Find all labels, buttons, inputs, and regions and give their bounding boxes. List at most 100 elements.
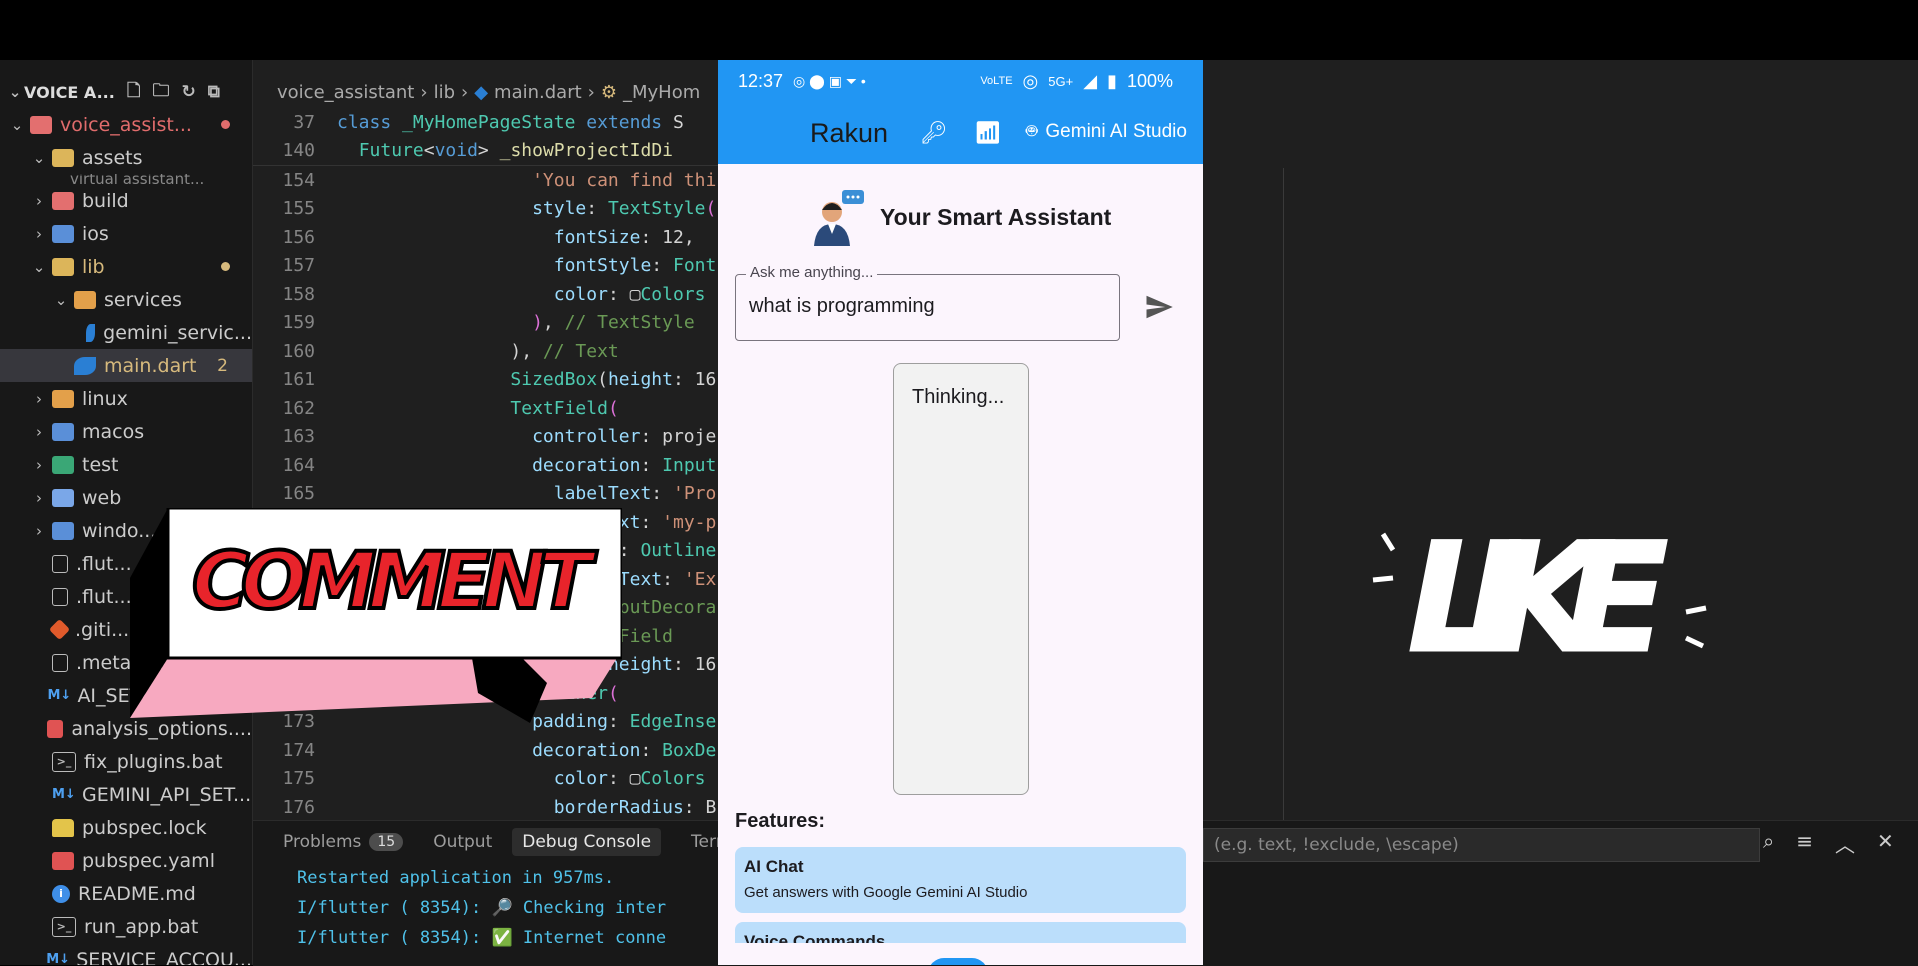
status-icons: ◎ ⬤ ▣ ⏷ • bbox=[793, 72, 866, 89]
file-file-icon bbox=[52, 653, 68, 672]
console-filter-input[interactable]: (e.g. text, !exclude, \escape) bbox=[1203, 828, 1760, 862]
wifi-icon[interactable]: 📶︎ bbox=[974, 120, 1002, 146]
explorer-item[interactable]: pubspec.lock bbox=[0, 811, 252, 844]
word-wrap-icon[interactable]: ≡ bbox=[1796, 829, 1813, 858]
explorer-item[interactable]: >_ run_app.bat bbox=[0, 910, 252, 943]
chevron-down-icon: ⌄ bbox=[10, 115, 24, 134]
code-text: fontSize: 12, bbox=[553, 226, 695, 248]
class-symbol-icon: ⚙ bbox=[600, 81, 617, 103]
explorer-item[interactable]: virtual assistant... bbox=[0, 174, 252, 184]
line-number: 154 bbox=[282, 169, 315, 191]
line-number: 159 bbox=[282, 312, 315, 334]
code-text: class _MyHomePageState extends S bbox=[337, 111, 684, 133]
status-bar: 12:37 ◎ ⬤ ▣ ⏷ • VoLTE ◎ 5G+ ◢ ▮ 100% bbox=[718, 60, 1203, 102]
info-file-icon: i bbox=[52, 884, 70, 903]
console-line: I/flutter ( 8354): ✅ Internet conne bbox=[297, 928, 667, 948]
chevron-up-icon[interactable]: ︿ bbox=[1835, 829, 1855, 858]
chevron-down-icon: ⌄ bbox=[32, 148, 46, 167]
line-number: 176 bbox=[282, 796, 315, 818]
ask-input[interactable]: Ask me anything... what is programming bbox=[735, 264, 1120, 341]
file-file-icon bbox=[52, 587, 68, 606]
code-line: 162 TextField( bbox=[253, 394, 718, 423]
key-icon[interactable]: 🔑︎ bbox=[920, 120, 948, 146]
panel-tab-label: Debug Console bbox=[522, 832, 652, 852]
send-icon[interactable] bbox=[1144, 292, 1174, 322]
explorer-item[interactable]: › ios bbox=[0, 217, 252, 250]
panel-tab-label: Problems bbox=[283, 832, 362, 852]
explorer-item[interactable]: › linux bbox=[0, 382, 252, 415]
close-icon[interactable]: ✕ bbox=[1877, 829, 1894, 858]
assistant-title: Your Smart Assistant bbox=[880, 203, 1112, 230]
feature-card-ai-chat[interactable]: AI Chat Get answers with Google Gemini A… bbox=[735, 847, 1186, 913]
explorer-item-label: virtual assistant... bbox=[70, 174, 205, 184]
code-line: 158 color: ▢Colors bbox=[253, 280, 718, 309]
search-icon[interactable]: ⌕ bbox=[1763, 829, 1774, 858]
floating-action-button[interactable] bbox=[928, 958, 988, 965]
workspace-title: VOICE A... bbox=[24, 82, 115, 102]
explorer-item-label: voice_assist... bbox=[60, 113, 192, 136]
explorer-item[interactable]: i README.md bbox=[0, 877, 252, 910]
code-line: 174 decoration: BoxDec bbox=[253, 736, 718, 765]
code-text: borderRadius: B bbox=[553, 796, 717, 818]
breadcrumb-item[interactable]: voice_assistant bbox=[277, 82, 414, 103]
explorer-item[interactable]: ⌄ services bbox=[0, 283, 252, 316]
explorer-item[interactable]: ⌄ assets bbox=[0, 141, 252, 174]
dart-file-icon bbox=[74, 356, 96, 375]
modified-dot bbox=[221, 262, 230, 271]
breadcrumb-item[interactable]: main.dart bbox=[494, 82, 582, 103]
explorer-item[interactable]: pubspec.yaml bbox=[0, 844, 252, 877]
refresh-icon[interactable]: ↻ bbox=[181, 82, 195, 102]
console-line: I/flutter ( 8354): 🔎 Checking inter bbox=[297, 898, 667, 918]
chevron-down-icon[interactable]: ⌄ bbox=[6, 83, 24, 101]
collapse-all-icon[interactable]: ⧉ bbox=[208, 82, 220, 102]
new-folder-icon[interactable]: 🗀 bbox=[152, 78, 169, 107]
explorer-item[interactable]: gemini_servic... bbox=[0, 316, 252, 349]
panel-tab[interactable]: Output bbox=[433, 832, 492, 852]
explorer-item[interactable]: M↓ GEMINI_API_SET... bbox=[0, 778, 252, 811]
ask-input-value: what is programming bbox=[749, 295, 935, 317]
signal-icon: ◢ bbox=[1083, 70, 1098, 91]
line-number: 158 bbox=[282, 283, 315, 305]
panel-tab[interactable]: Debug Console bbox=[512, 828, 662, 856]
sticky-scroll: 37 class _MyHomePageState extends S 140 Fu… bbox=[253, 108, 718, 166]
code-text: ), // Text bbox=[337, 340, 619, 362]
chevron-right-icon: › bbox=[36, 389, 42, 408]
breadcrumb-item[interactable]: lib bbox=[434, 82, 455, 103]
code-line: 161 SizedBox(height: 16 bbox=[253, 366, 718, 395]
explorer-item[interactable]: › macos bbox=[0, 415, 252, 448]
app-title: Rakun bbox=[810, 117, 889, 148]
code-text: 'You can find thi bbox=[532, 169, 717, 191]
explorer-item[interactable]: main.dart 2 bbox=[0, 349, 252, 382]
indent-guide bbox=[1283, 168, 1284, 820]
code-text: SizedBox(height: 16 bbox=[510, 369, 717, 391]
lock-file-icon bbox=[52, 818, 74, 837]
code-line: 175 color: ▢Colors bbox=[253, 765, 718, 794]
top-black-bar bbox=[0, 0, 1918, 60]
explorer-item-label: pubspec.yaml bbox=[82, 849, 215, 872]
explorer-item[interactable]: >_ fix_plugins.bat bbox=[0, 745, 252, 778]
code-line: 160 ), // Text bbox=[253, 337, 718, 366]
code-text: TextField( bbox=[510, 397, 619, 419]
assistant-header: Your Smart Assistant bbox=[808, 188, 1111, 246]
explorer-item[interactable]: ⌄ voice_assist... bbox=[0, 108, 252, 141]
explorer-item[interactable]: M↓ SERVICE_ACCOU... bbox=[0, 943, 252, 966]
code-line: 37 class _MyHomePageState extends S bbox=[253, 108, 718, 137]
panel-tab[interactable]: Problems 15 bbox=[283, 832, 404, 852]
explorer-item-label: build bbox=[82, 189, 129, 212]
explorer-header: ⌄ VOICE A... 🗋 🗀 ↻ ⧉ bbox=[0, 76, 252, 108]
explorer-item[interactable]: ⌄ lib bbox=[0, 250, 252, 283]
explorer-item[interactable]: › test bbox=[0, 448, 252, 481]
explorer-item[interactable]: › build bbox=[0, 184, 252, 217]
breadcrumb-item[interactable]: _MyHom bbox=[623, 82, 700, 103]
md-file-icon: M↓ bbox=[46, 951, 71, 966]
chevron-right-icon: › bbox=[36, 455, 42, 474]
git-file-icon bbox=[48, 618, 71, 641]
code-line: 157 fontStyle: Font bbox=[253, 252, 718, 281]
new-file-icon[interactable]: 🗋 bbox=[127, 78, 141, 107]
gemini-ai-studio-button[interactable]: 🤖︎ Gemini AI Studio bbox=[1026, 118, 1187, 145]
code-line: 176 borderRadius: B bbox=[253, 793, 718, 822]
right-editor-pane: LIKE bbox=[1203, 60, 1918, 820]
chevron-right-icon: › bbox=[36, 422, 42, 441]
folder-icon bbox=[52, 455, 74, 474]
ask-input-label: Ask me anything... bbox=[746, 264, 878, 281]
